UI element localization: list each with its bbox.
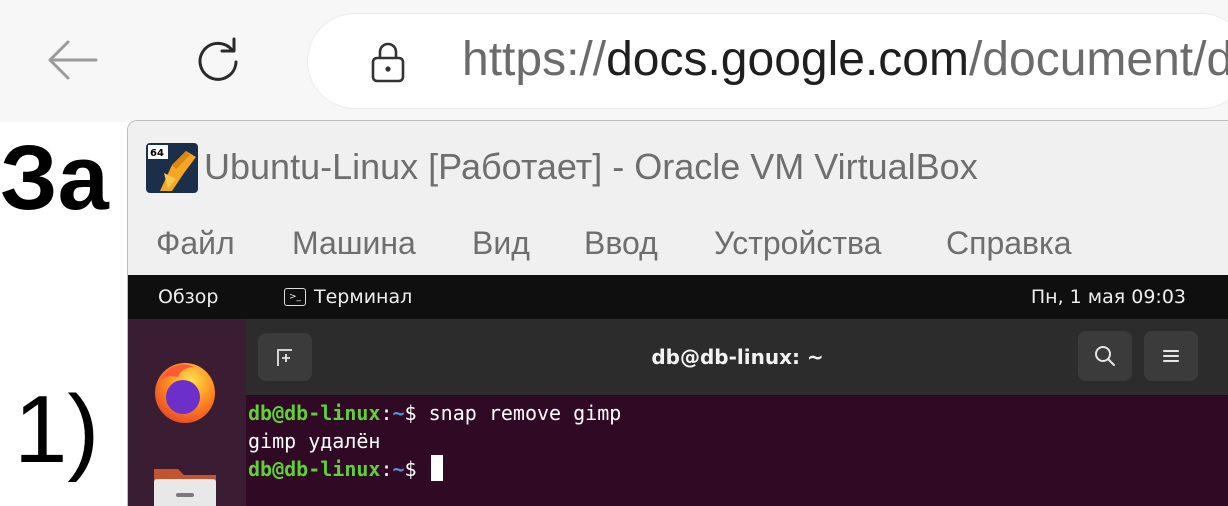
terminal-icon: >_ — [284, 288, 306, 306]
virtualbox-titlebar[interactable]: 64 Ubuntu-Linux [Работает] - Oracle VM V… — [128, 121, 1228, 213]
virtualbox-icon-badge: 64 — [150, 148, 164, 159]
reload-button[interactable] — [186, 28, 250, 92]
prompt-symbol: $ — [404, 457, 429, 481]
terminal-output[interactable]: db@db-linux:~$ snap remove gimp gimp уда… — [246, 395, 1228, 506]
dock — [128, 319, 246, 506]
search-icon — [1095, 346, 1115, 366]
terminal-search-button[interactable] — [1078, 331, 1132, 381]
activities-button[interactable]: Обзор — [158, 285, 218, 309]
prompt-separator: : — [380, 401, 393, 425]
address-bar[interactable]: https://docs.google.com/document/d/ — [308, 14, 1228, 108]
terminal-line: gimp удалён — [248, 427, 1228, 455]
active-app-menu[interactable]: >_ Терминал — [284, 285, 412, 309]
terminal-window: db@db-linux: ~ db@db-linux:~$ snap remov… — [246, 319, 1228, 506]
virtualbox-menubar: Файл Машина Вид Ввод Устройства Справка — [128, 213, 1228, 275]
prompt-user: db@db-linux — [248, 457, 381, 481]
terminal-menu-button[interactable] — [1144, 331, 1198, 381]
url-domain: docs.google.com — [606, 33, 969, 86]
terminal-line: db@db-linux:~$ — [248, 455, 1228, 483]
menu-machine[interactable]: Машина — [292, 223, 416, 263]
clock[interactable]: Пн, 1 мая 09:03 — [1031, 285, 1186, 309]
firefox-icon[interactable] — [150, 357, 220, 427]
reload-icon — [198, 37, 238, 81]
active-app-label: Терминал — [314, 286, 413, 308]
url-scheme: https:// — [462, 33, 607, 86]
prompt-separator: : — [380, 457, 393, 481]
prompt-symbol: $ — [404, 401, 429, 425]
command-text: snap remove gimp — [428, 401, 622, 425]
back-button[interactable] — [40, 28, 104, 92]
lock-icon[interactable] — [368, 40, 408, 84]
url-path: /document/d/ — [968, 33, 1228, 86]
menu-devices[interactable]: Устройства — [714, 223, 881, 263]
virtualbox-icon: 64 — [146, 143, 198, 193]
menu-file[interactable]: Файл — [156, 223, 235, 263]
folder-icon[interactable] — [150, 459, 220, 506]
prompt-path: ~ — [392, 401, 405, 425]
menu-view[interactable]: Вид — [472, 223, 530, 263]
terminal-cursor — [430, 455, 443, 481]
prompt-user: db@db-linux — [248, 401, 381, 425]
virtualbox-window: 64 Ubuntu-Linux [Работает] - Oracle VM V… — [127, 120, 1228, 506]
menu-help[interactable]: Справка — [946, 223, 1072, 263]
terminal-line: db@db-linux:~$ snap remove gimp — [248, 399, 1228, 427]
virtualbox-window-title: Ubuntu-Linux [Работает] - Oracle VM Virt… — [204, 146, 978, 187]
gnome-top-bar: Обзор >_ Терминал Пн, 1 мая 09:03 — [128, 275, 1228, 319]
document-heading: За — [0, 127, 109, 229]
menu-input[interactable]: Ввод — [584, 223, 658, 263]
arrow-left-icon — [48, 40, 98, 80]
terminal-header-bar[interactable]: db@db-linux: ~ — [246, 319, 1228, 395]
document-list-number: 1) — [14, 376, 100, 483]
command-output: gimp удалён — [248, 429, 381, 453]
prompt-path: ~ — [392, 457, 405, 481]
guest-screen[interactable]: Обзор >_ Терминал Пн, 1 мая 09:03 db@db-… — [128, 275, 1228, 506]
browser-toolbar: https://docs.google.com/document/d/ — [0, 0, 1228, 122]
url-text[interactable]: https://docs.google.com/document/d/ — [462, 32, 1228, 88]
hamburger-menu-icon — [1163, 350, 1179, 362]
